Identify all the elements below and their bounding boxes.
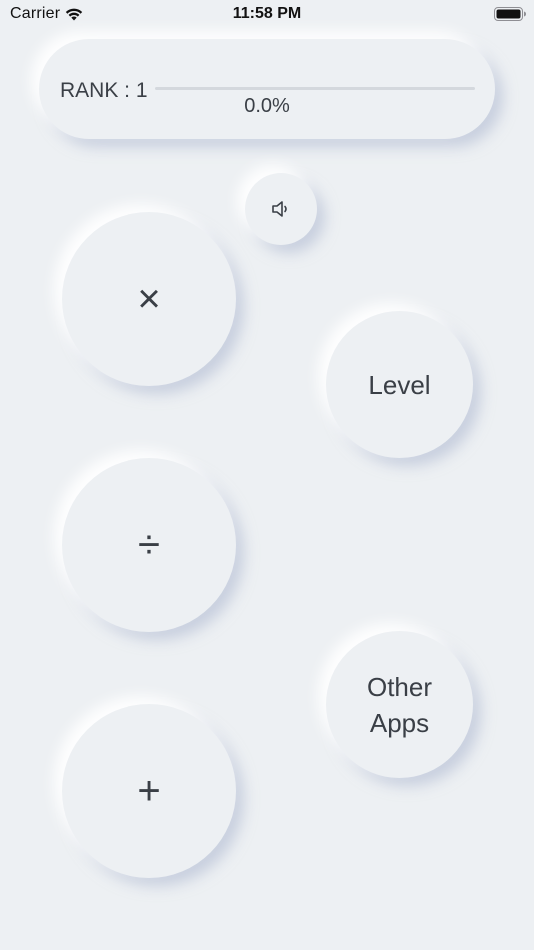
other-apps-button[interactable]: Other Apps bbox=[326, 631, 473, 778]
multiply-button[interactable]: × bbox=[62, 212, 236, 386]
battery-icon bbox=[494, 7, 526, 21]
multiply-symbol: × bbox=[137, 277, 161, 321]
plus-button[interactable]: + bbox=[62, 704, 236, 878]
other-apps-label: Other Apps bbox=[366, 671, 433, 738]
level-label: Level bbox=[368, 369, 431, 400]
speaker-icon bbox=[272, 201, 287, 217]
divide-button[interactable]: ÷ bbox=[62, 458, 236, 632]
rank-progress-bar bbox=[155, 87, 475, 90]
rank-card: RANK : 1 0.0% bbox=[39, 39, 495, 139]
level-button[interactable]: Level bbox=[326, 311, 473, 458]
plus-symbol: + bbox=[137, 769, 161, 813]
sound-toggle-button[interactable] bbox=[245, 173, 317, 245]
status-time: 11:58 PM bbox=[232, 5, 302, 22]
rank-label: RANK : 1 bbox=[60, 79, 148, 102]
status-bar: Carrier 11:58 PM bbox=[0, 0, 534, 30]
rank-progress-text: 0.0% bbox=[244, 95, 290, 117]
divide-symbol: ÷ bbox=[138, 523, 160, 567]
app-screen: Carrier 11:58 PM RANK : 1 0.0% × Level ÷… bbox=[0, 0, 534, 950]
